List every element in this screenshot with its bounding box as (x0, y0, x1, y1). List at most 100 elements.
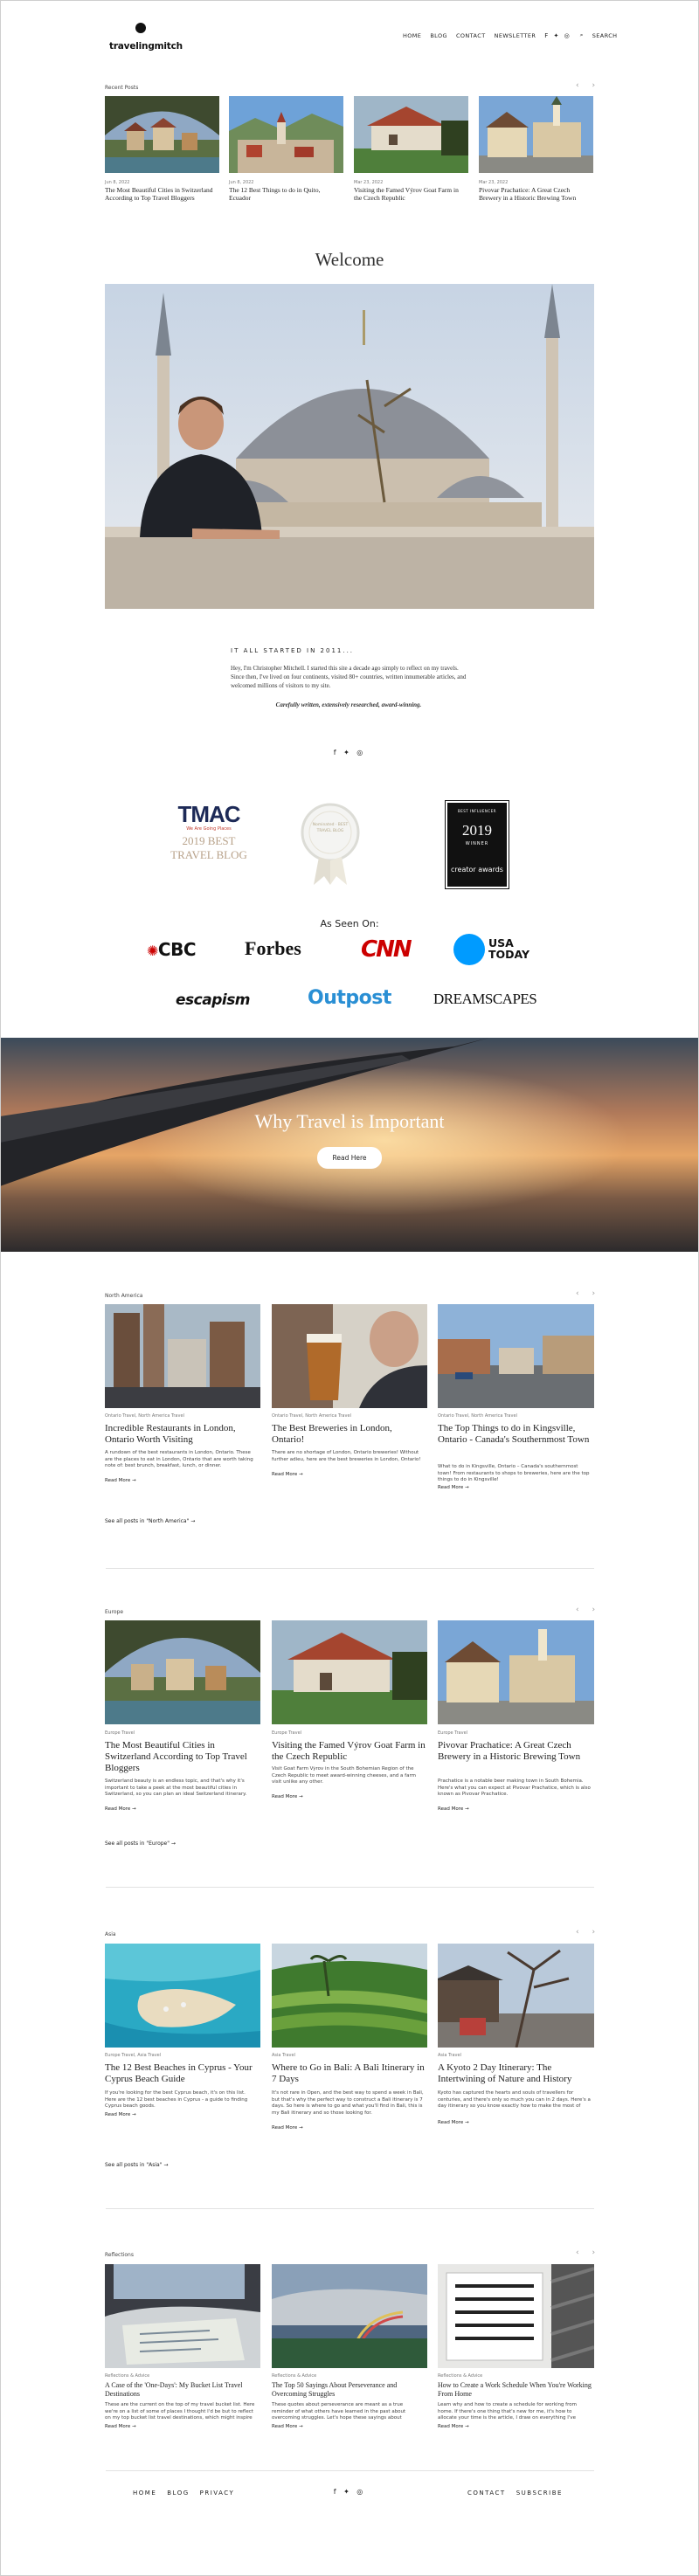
site-logo[interactable]: travelingmitch (109, 23, 183, 52)
cc-winner: WINNER (465, 841, 489, 846)
post-image[interactable] (438, 1304, 594, 1408)
post-excerpt: These quotes about perseverance are mean… (272, 2402, 406, 2421)
recent-post-image[interactable] (479, 96, 593, 173)
post-title[interactable]: Pivovar Prachatice: A Great Czech Brewer… (438, 1740, 592, 1763)
recent-post-title[interactable]: Visiting the Famed Výrov Goat Farm in th… (354, 186, 467, 202)
tmac-award-badge: TMAC We Are Going Places 2019 BEST TRAVE… (170, 802, 248, 889)
carousel-arrows[interactable]: ‹ › (576, 81, 600, 90)
search-icon[interactable]: ⌕ (580, 31, 584, 39)
read-more-link[interactable]: Read More → (272, 1472, 303, 1477)
usatoday-circle-icon (453, 934, 485, 965)
post-title[interactable]: The 12 Best Beaches in Cyprus - Your Cyp… (105, 2062, 259, 2085)
post-image[interactable] (105, 1944, 260, 2048)
recent-post-title[interactable]: Pivovar Prachatice: A Great Czech Brewer… (479, 186, 592, 202)
post-title[interactable]: The Best Breweries in London, Ontario! (272, 1423, 426, 1446)
cnn-logo: CNN (361, 936, 412, 963)
dreamscapes-logo: DREAMSCAPES (433, 991, 537, 1007)
post-meta: Europe Travel (272, 1730, 302, 1736)
post-excerpt: Switzerland beauty is an endless topic, … (105, 1778, 247, 1797)
carousel-arrows[interactable]: ‹ › (576, 1289, 600, 1298)
escapism-logo: escapism (176, 991, 251, 1009)
post-excerpt: A rundown of the best restaurants in Lon… (105, 1450, 253, 1468)
read-more-link[interactable]: Read More → (272, 1794, 303, 1799)
post-excerpt: It's not rare in Open, and the best way … (272, 2090, 424, 2116)
post-excerpt: Prachatice is a notable beer making town… (438, 1778, 591, 1797)
post-title[interactable]: How to Create a Work Schedule When You'r… (438, 2381, 592, 2399)
post-image[interactable] (105, 1304, 260, 1408)
banner-read-button[interactable]: Read Here (317, 1147, 382, 1169)
search-label[interactable]: SEARCH (592, 32, 618, 39)
read-more-link[interactable]: Read More → (272, 2125, 303, 2131)
section-label: Asia (105, 1931, 116, 1937)
nav-item-blog[interactable]: BLOG (430, 32, 447, 39)
recent-post-title[interactable]: The Most Beautiful Cities in Switzerland… (105, 186, 218, 202)
recent-posts-label: Recent Posts (105, 85, 139, 91)
social-icons[interactable]: f ✦ ◎ (544, 32, 571, 39)
tmac-label: TRAVEL BLOG (170, 848, 247, 861)
footer-link-subscribe[interactable]: SUBSCRIBE (516, 2490, 563, 2497)
cc-top: BEST INFLUENCER (457, 809, 497, 813)
nav-item-newsletter[interactable]: NEWSLETTER (495, 32, 536, 39)
footer-social-icons[interactable]: f ✦ ◎ (0, 2488, 699, 2496)
post-title[interactable]: Where to Go in Bali: A Bali Itinerary in… (272, 2062, 426, 2085)
post-meta: Ontario Travel, North America Travel (438, 1413, 517, 1419)
post-title[interactable]: Visiting the Famed Výrov Goat Farm in th… (272, 1740, 426, 1763)
read-more-link[interactable]: Read More → (105, 1478, 136, 1483)
recent-post-date: Jun 8, 2022 (229, 180, 254, 185)
medal-text: Nominated · BEST TRAVEL BLOG (312, 823, 349, 833)
read-more-link[interactable]: Read More → (438, 2424, 469, 2429)
read-more-link[interactable]: Read More → (438, 1485, 469, 1490)
post-title[interactable]: The Top 50 Sayings About Perseverance an… (272, 2381, 426, 2399)
recent-post-image[interactable] (105, 96, 219, 173)
recent-post-date: Mar 23, 2022 (354, 180, 384, 185)
recent-post-date: Mar 23, 2022 (479, 180, 509, 185)
read-more-link[interactable]: Read More → (105, 2424, 136, 2429)
carousel-arrows[interactable]: ‹ › (576, 1606, 600, 1614)
post-title[interactable]: A Case of the 'One-Days': My Bucket List… (105, 2381, 259, 2399)
post-image[interactable] (438, 1620, 594, 1724)
section-divider (106, 2208, 594, 2209)
see-all-link[interactable]: See all posts in "North America" → (105, 1518, 195, 1524)
welcome-hero-image (105, 284, 594, 609)
recent-post-image[interactable] (229, 96, 343, 173)
welcome-social-icons[interactable]: f ✦ ◎ (0, 749, 699, 756)
footer-link-contact[interactable]: CONTACT (467, 2490, 506, 2497)
see-all-link[interactable]: See all posts in "Asia" → (105, 2162, 168, 2168)
post-title[interactable]: A Kyoto 2 Day Itinerary: The Intertwinin… (438, 2062, 592, 2085)
read-more-link[interactable]: Read More → (105, 1806, 136, 1812)
recent-post-image[interactable] (354, 96, 468, 173)
footer-nav-right: CONTACT SUBSCRIBE (467, 2490, 563, 2497)
intro-tagline: Carefully written, extensively researche… (275, 701, 422, 708)
post-image[interactable] (105, 2264, 260, 2368)
read-more-link[interactable]: Read More → (105, 2112, 136, 2117)
read-more-link[interactable]: Read More → (272, 2424, 303, 2429)
section-label: Europe (105, 1609, 124, 1615)
nav-item-contact[interactable]: CONTACT (456, 32, 486, 39)
nav-item-home[interactable]: HOME (403, 32, 421, 39)
post-excerpt: These are the current on the top of my t… (105, 2402, 255, 2421)
post-image[interactable] (272, 2264, 427, 2368)
carousel-arrows[interactable]: ‹ › (576, 2248, 600, 2257)
section-label: North America (105, 1293, 143, 1299)
read-more-link[interactable]: Read More → (438, 2120, 469, 2125)
post-image[interactable] (272, 1620, 427, 1724)
post-title[interactable]: The Top Things to do in Kingsville, Onta… (438, 1423, 592, 1446)
see-all-link[interactable]: See all posts in "Europe" → (105, 1840, 176, 1847)
post-image[interactable] (272, 1944, 427, 2048)
post-meta: Reflections & Advice (438, 2373, 483, 2379)
post-image[interactable] (438, 1944, 594, 2048)
post-excerpt: Learn why and how to create a schedule f… (438, 2402, 577, 2421)
banner-title: Why Travel is Important (254, 1110, 445, 1132)
recent-post-title[interactable]: The 12 Best Things to do in Quito, Ecuad… (229, 186, 343, 202)
carousel-arrows[interactable]: ‹ › (576, 1928, 600, 1937)
post-title[interactable]: Incredible Restaurants in London, Ontari… (105, 1423, 259, 1446)
post-image[interactable] (105, 1620, 260, 1724)
travel-banner (0, 1038, 699, 1252)
cc-label: creator awards (451, 866, 503, 874)
post-title[interactable]: The Most Beautiful Cities in Switzerland… (105, 1740, 259, 1774)
post-image[interactable] (438, 2264, 594, 2368)
post-image[interactable] (272, 1304, 427, 1408)
intro-text: Hey, I'm Christopher Mitchell. I started… (231, 665, 467, 689)
read-more-link[interactable]: Read More → (438, 1806, 469, 1812)
outpost-logo: Outpost (308, 987, 391, 1009)
